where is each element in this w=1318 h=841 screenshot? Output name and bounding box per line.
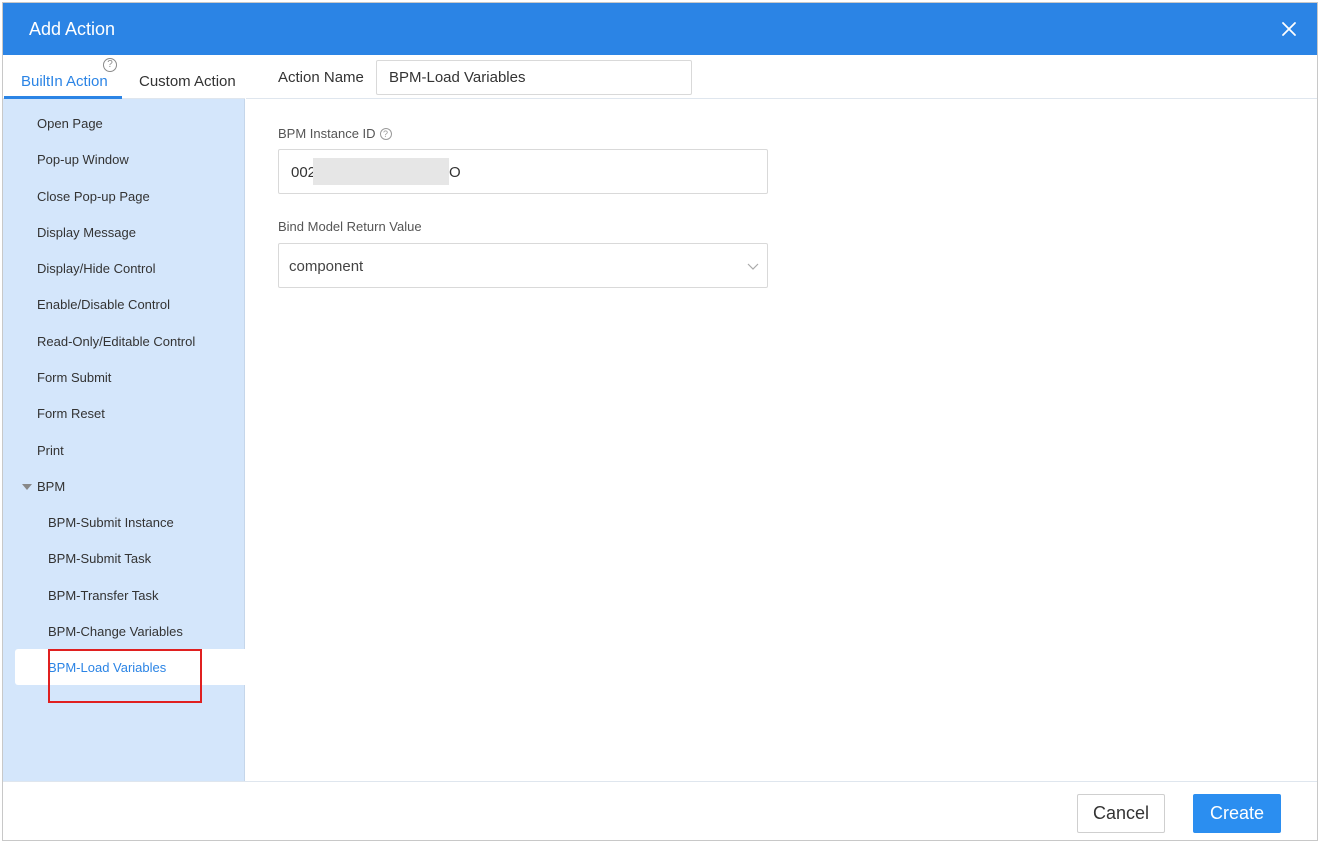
sidebar-item-display-hide-control[interactable]: Display/Hide Control: [3, 250, 245, 286]
dialog-footer: Cancel Create: [3, 781, 1317, 840]
redacted-mask: [313, 158, 449, 185]
question-circle-icon[interactable]: ?: [103, 58, 117, 72]
sidebar-item-label: BPM-Transfer Task: [48, 588, 159, 603]
sidebar-item-label: Form Reset: [37, 406, 105, 421]
sidebar-item-bpm-load-variables[interactable]: BPM-Load Variables: [15, 649, 245, 685]
bpm-instance-id-label-text: BPM Instance ID: [278, 126, 376, 141]
sidebar-item-label: Enable/Disable Control: [37, 297, 170, 312]
action-name-label: Action Name: [278, 69, 364, 86]
tab-builtin-action[interactable]: BuiltIn Action: [21, 73, 108, 91]
action-name-row: Action Name: [246, 55, 1317, 99]
caret-down-icon[interactable]: [22, 484, 32, 490]
sidebar-item-form-submit[interactable]: Form Submit: [3, 359, 245, 395]
add-action-dialog: Add Action BuiltIn Action ? Custom Actio…: [2, 2, 1318, 841]
sidebar-item-bpm-submit-task[interactable]: BPM-Submit Task: [3, 540, 245, 576]
sidebar-item-label: Pop-up Window: [37, 152, 129, 167]
sidebar-item-readonly-editable-control[interactable]: Read-Only/Editable Control: [3, 323, 245, 359]
action-sidebar: BuiltIn Action ? Custom Action Open Page…: [3, 55, 245, 781]
bind-model-selected-value: component: [289, 258, 364, 275]
sidebar-item-print[interactable]: Print: [3, 432, 245, 468]
sidebar-item-display-message[interactable]: Display Message: [3, 214, 245, 250]
sidebar-item-label: BPM-Load Variables: [48, 660, 167, 675]
sidebar-item-label: Form Submit: [37, 370, 112, 385]
sidebar-item-label: Display Message: [37, 225, 136, 240]
sidebar-group-bpm[interactable]: BPM: [3, 468, 245, 504]
active-tab-indicator: [4, 96, 122, 99]
sidebar-item-open-page[interactable]: Open Page: [3, 105, 245, 141]
sidebar-item-bpm-submit-instance[interactable]: BPM-Submit Instance: [3, 504, 245, 540]
sidebar-item-form-reset[interactable]: Form Reset: [3, 395, 245, 431]
dialog-title: Add Action: [29, 19, 116, 39]
question-circle-icon[interactable]: ?: [379, 128, 392, 140]
sidebar-item-popup-window[interactable]: Pop-up Window: [3, 141, 245, 177]
sidebar-item-label: Read-Only/Editable Control: [37, 334, 196, 349]
bind-model-return-value-label: Bind Model Return Value: [278, 219, 422, 234]
sidebar-item-enable-disable-control[interactable]: Enable/Disable Control: [3, 286, 245, 322]
instance-id-value-end: O: [449, 164, 461, 181]
sidebar-item-bpm-transfer-task[interactable]: BPM-Transfer Task: [3, 577, 245, 613]
sidebar-item-label: BPM-Change Variables: [48, 624, 183, 639]
sidebar-item-close-popup-page[interactable]: Close Pop-up Page: [3, 178, 245, 214]
create-button[interactable]: Create: [1193, 794, 1281, 833]
bind-model-return-value-select[interactable]: component: [278, 243, 768, 288]
chevron-down-icon: [747, 263, 759, 270]
bpm-instance-id-label: BPM Instance ID?: [278, 126, 392, 141]
sidebar-item-label: BPM-Submit Instance: [48, 515, 174, 530]
sidebar-item-label: Display/Hide Control: [37, 261, 156, 276]
sidebar-item-label: BPM: [37, 479, 66, 494]
action-config-panel: Action Name BPM Instance ID? 002 O Bind …: [246, 55, 1317, 781]
sidebar-item-label: BPM-Submit Task: [48, 551, 152, 566]
sidebar-item-bpm-change-variables[interactable]: BPM-Change Variables: [3, 613, 245, 649]
cancel-button[interactable]: Cancel: [1077, 794, 1165, 833]
action-type-tabs: BuiltIn Action ? Custom Action: [3, 55, 245, 99]
sidebar-item-label: Close Pop-up Page: [37, 189, 150, 204]
bpm-instance-id-input[interactable]: 002 O: [278, 149, 768, 194]
action-name-input[interactable]: [376, 60, 692, 95]
sidebar-item-label: Open Page: [37, 116, 103, 131]
dialog-header: Add Action: [3, 3, 1317, 55]
close-icon[interactable]: [1277, 17, 1301, 41]
tab-custom-action[interactable]: Custom Action: [139, 73, 236, 91]
sidebar-item-label: Print: [37, 443, 64, 458]
